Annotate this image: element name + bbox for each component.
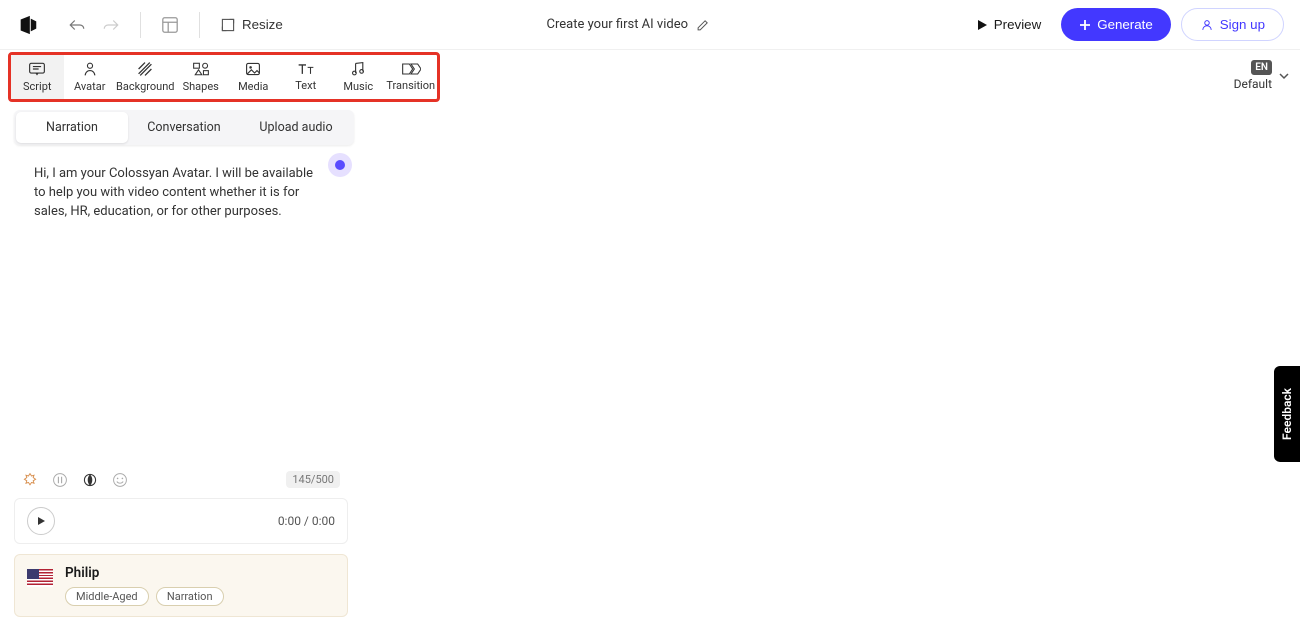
script-playbar: 0:00 / 0:00 (14, 498, 348, 544)
project-title: Create your first AI video (547, 17, 688, 32)
tool-music[interactable]: Music (332, 55, 385, 99)
script-tabs: Narration Conversation Upload audio (14, 110, 354, 145)
play-time: 0:00 / 0:00 (278, 514, 335, 528)
signup-label: Sign up (1220, 17, 1265, 32)
voice-name: Philip (65, 565, 228, 581)
tool-transition[interactable]: Transition (384, 55, 437, 99)
tool-background[interactable]: Background (116, 55, 174, 99)
recording-indicator[interactable] (328, 153, 352, 177)
tool-shapes[interactable]: Shapes (174, 55, 227, 99)
locale-selector[interactable]: EN Default (1234, 60, 1290, 91)
resize-button[interactable]: Resize (212, 11, 291, 39)
locale-badge: EN (1251, 60, 1272, 75)
tool-text[interactable]: Text (279, 55, 332, 99)
tab-upload-audio[interactable]: Upload audio (240, 112, 352, 143)
tab-narration[interactable]: Narration (16, 112, 128, 143)
toolbar-highlight: Script Avatar Background Shapes Media Te… (8, 52, 440, 102)
accent-icon[interactable] (82, 472, 98, 488)
locale-label: Default (1234, 77, 1272, 91)
signup-button[interactable]: Sign up (1181, 8, 1284, 41)
tool-script[interactable]: Script (11, 55, 64, 99)
char-count: 145/500 (286, 471, 340, 488)
preview-label: Preview (994, 17, 1041, 32)
flag-us-icon (27, 569, 53, 587)
resize-label: Resize (242, 17, 283, 32)
voice-chip-age: Middle-Aged (65, 587, 149, 606)
app-logo[interactable] (16, 13, 40, 37)
tool-media[interactable]: Media (227, 55, 280, 99)
tool-avatar[interactable]: Avatar (64, 55, 117, 99)
generate-button[interactable]: Generate (1061, 8, 1171, 41)
voice-chip-style: Narration (156, 587, 224, 606)
undo-button[interactable] (60, 12, 94, 38)
preview-button[interactable]: Preview (966, 11, 1051, 38)
tab-conversation[interactable]: Conversation (128, 112, 240, 143)
voice-settings-icon[interactable] (22, 472, 38, 488)
layout-button[interactable] (153, 10, 187, 40)
chevron-down-icon (1278, 70, 1290, 82)
edit-title-icon[interactable] (696, 18, 710, 32)
pause-icon[interactable] (52, 472, 68, 488)
feedback-tab[interactable]: Feedback (1274, 366, 1300, 462)
redo-button[interactable] (94, 12, 128, 38)
narration-text[interactable]: Hi, I am your Colossyan Avatar. I will b… (14, 159, 348, 228)
generate-label: Generate (1097, 17, 1153, 32)
voice-card[interactable]: Philip Middle-Aged Narration (14, 554, 348, 617)
emoji-icon[interactable] (112, 472, 128, 488)
play-narration-button[interactable] (27, 507, 55, 535)
